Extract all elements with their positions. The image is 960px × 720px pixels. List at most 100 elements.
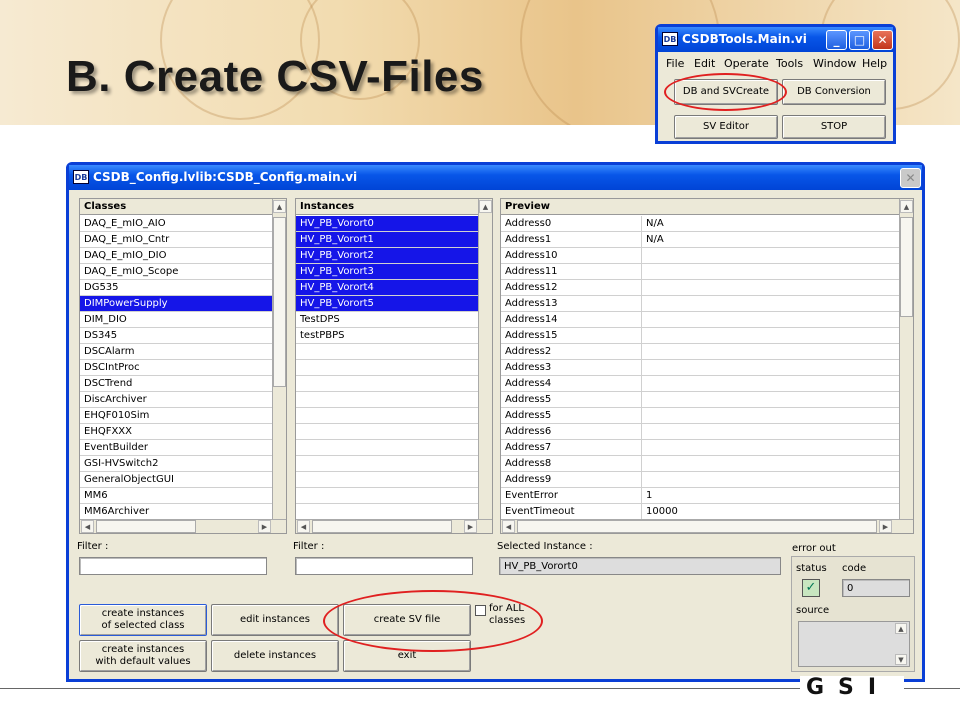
list-item[interactable]: HV_PB_Vorort5 — [296, 296, 478, 312]
list-item[interactable] — [296, 360, 478, 376]
scroll-down-icon[interactable]: ▼ — [895, 654, 907, 665]
list-item[interactable] — [296, 456, 478, 472]
scroll-left-icon[interactable]: ◀ — [502, 520, 515, 533]
vertical-scrollbar[interactable]: ▲ — [272, 199, 286, 519]
horizontal-scrollbar[interactable]: ◀ ▶ — [296, 519, 492, 533]
scroll-up-icon[interactable]: ▲ — [273, 200, 286, 213]
list-item[interactable]: HV_PB_Vorort0 — [296, 216, 478, 232]
list-item[interactable]: EHQF010Sim — [80, 408, 272, 424]
list-item[interactable] — [296, 392, 478, 408]
scroll-thumb[interactable] — [900, 217, 913, 317]
table-row[interactable]: EventTimeout 10000 — [501, 504, 899, 520]
list-item[interactable]: HV_PB_Vorort1 — [296, 232, 478, 248]
db-conversion-button[interactable]: DB Conversion — [782, 79, 886, 105]
list-item[interactable]: EventBuilder — [80, 440, 272, 456]
list-item[interactable]: MM6Archiver — [80, 504, 272, 520]
sv-editor-button[interactable]: SV Editor — [674, 115, 778, 139]
list-item[interactable]: EHQFXXX — [80, 424, 272, 440]
list-item[interactable]: DAQ_E_mIO_Cntr — [80, 232, 272, 248]
create-instances-selected-button[interactable]: create instances of selected class — [79, 604, 207, 636]
maximize-icon[interactable]: □ — [849, 30, 870, 50]
list-item[interactable]: DAQ_E_mIO_AIO — [80, 216, 272, 232]
menu-tools[interactable]: Tools — [776, 57, 803, 70]
list-item[interactable]: GSI-HVSwitch2 — [80, 456, 272, 472]
list-item[interactable] — [296, 376, 478, 392]
list-item[interactable]: DG535 — [80, 280, 272, 296]
list-item[interactable] — [296, 488, 478, 504]
list-item[interactable]: DSCTrend — [80, 376, 272, 392]
table-row[interactable]: Address5 — [501, 392, 899, 408]
table-row[interactable]: Address15 — [501, 328, 899, 344]
list-item[interactable] — [296, 472, 478, 488]
list-item[interactable] — [296, 344, 478, 360]
scroll-thumb[interactable] — [312, 520, 452, 533]
scroll-right-icon[interactable]: ▶ — [879, 520, 892, 533]
list-item[interactable]: testPBPS — [296, 328, 478, 344]
list-item[interactable]: DSCAlarm — [80, 344, 272, 360]
list-item[interactable]: DIMPowerSupply — [80, 296, 272, 312]
list-item[interactable]: MM6 — [80, 488, 272, 504]
table-row[interactable]: Address10 — [501, 248, 899, 264]
list-item[interactable]: DSCIntProc — [80, 360, 272, 376]
table-row[interactable]: Address9 — [501, 472, 899, 488]
list-item[interactable]: DAQ_E_mIO_Scope — [80, 264, 272, 280]
scroll-up-icon[interactable]: ▲ — [895, 623, 907, 634]
list-item[interactable]: HV_PB_Vorort3 — [296, 264, 478, 280]
stop-button[interactable]: STOP — [782, 115, 886, 139]
table-row[interactable]: Address4 — [501, 376, 899, 392]
list-item[interactable]: DAQ_E_mIO_DIO — [80, 248, 272, 264]
list-item[interactable] — [296, 504, 478, 520]
list-item[interactable] — [296, 440, 478, 456]
list-item[interactable] — [296, 424, 478, 440]
close-icon[interactable]: ✕ — [872, 30, 893, 50]
csdb-config-titlebar[interactable]: DB CSDB_Config.lvlib:CSDB_Config.main.vi… — [69, 165, 922, 190]
table-row[interactable]: Address0 N/A — [501, 216, 899, 232]
list-item[interactable]: DIM_DIO — [80, 312, 272, 328]
instances-filter-input[interactable] — [295, 557, 473, 575]
create-instances-default-button[interactable]: create instances with default values — [79, 640, 207, 672]
table-row[interactable]: Address2 — [501, 344, 899, 360]
vertical-scrollbar[interactable]: ▲ — [478, 199, 492, 519]
table-row[interactable]: Address5 — [501, 408, 899, 424]
scroll-up-icon[interactable]: ▲ — [900, 200, 913, 213]
list-item[interactable] — [296, 408, 478, 424]
scroll-right-icon[interactable]: ▶ — [258, 520, 271, 533]
scroll-thumb[interactable] — [517, 520, 877, 533]
menu-help[interactable]: Help — [862, 57, 887, 70]
scroll-right-icon[interactable]: ▶ — [464, 520, 477, 533]
list-item[interactable]: HV_PB_Vorort4 — [296, 280, 478, 296]
menu-window[interactable]: Window — [813, 57, 856, 70]
table-row[interactable]: Address12 — [501, 280, 899, 296]
scroll-thumb[interactable] — [273, 217, 286, 387]
menu-operate[interactable]: Operate — [724, 57, 769, 70]
menu-edit[interactable]: Edit — [694, 57, 715, 70]
menu-file[interactable]: File — [666, 57, 684, 70]
csdbtools-titlebar[interactable]: DB CSDBTools.Main.vi _ □ ✕ — [658, 27, 893, 52]
minimize-icon[interactable]: _ — [826, 30, 847, 50]
list-item[interactable]: DS345 — [80, 328, 272, 344]
edit-instances-button[interactable]: edit instances — [211, 604, 339, 636]
vertical-scrollbar[interactable]: ▲ — [899, 199, 913, 519]
list-item[interactable]: HV_PB_Vorort2 — [296, 248, 478, 264]
scroll-thumb[interactable] — [96, 520, 196, 533]
classes-filter-input[interactable] — [79, 557, 267, 575]
table-row[interactable]: Address6 — [501, 424, 899, 440]
table-row[interactable]: Address3 — [501, 360, 899, 376]
table-row[interactable]: Address13 — [501, 296, 899, 312]
scroll-left-icon[interactable]: ◀ — [297, 520, 310, 533]
scroll-up-icon[interactable]: ▲ — [479, 200, 492, 213]
table-row[interactable]: Address14 — [501, 312, 899, 328]
table-row[interactable]: Address1 N/A — [501, 232, 899, 248]
horizontal-scrollbar[interactable]: ◀ ▶ — [501, 519, 913, 533]
table-row[interactable]: Address7 — [501, 440, 899, 456]
close-icon[interactable]: ✕ — [900, 168, 921, 188]
list-item[interactable]: TestDPS — [296, 312, 478, 328]
list-item[interactable]: DiscArchiver — [80, 392, 272, 408]
table-row[interactable]: EventError 1 — [501, 488, 899, 504]
horizontal-scrollbar[interactable]: ◀ ▶ — [80, 519, 286, 533]
scroll-left-icon[interactable]: ◀ — [81, 520, 94, 533]
table-row[interactable]: Address8 — [501, 456, 899, 472]
table-row[interactable]: Address11 — [501, 264, 899, 280]
list-item[interactable]: GeneralObjectGUI — [80, 472, 272, 488]
delete-instances-button[interactable]: delete instances — [211, 640, 339, 672]
